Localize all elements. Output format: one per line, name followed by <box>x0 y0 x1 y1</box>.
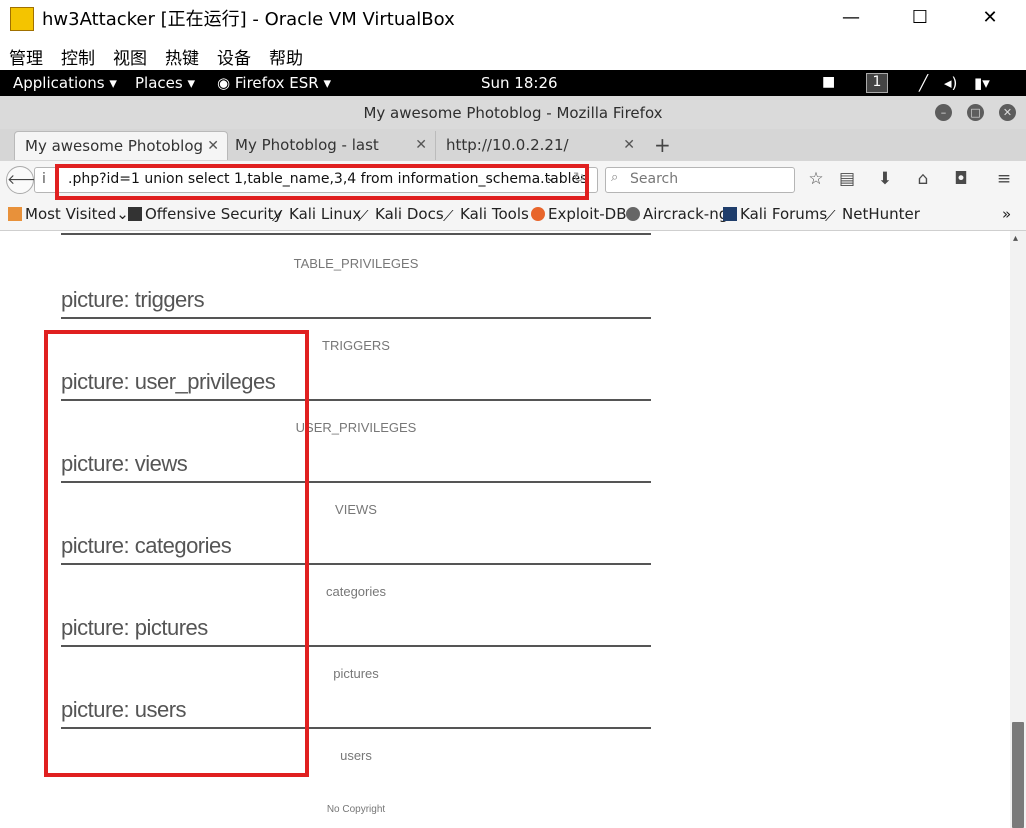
search-box[interactable]: ⌕ Search <box>605 167 795 193</box>
video-camera-icon[interactable]: ■ <box>822 74 835 90</box>
workspace-indicator[interactable]: 1 <box>866 73 888 93</box>
reading-list-icon[interactable]: ▤ <box>836 169 858 189</box>
picture-heading: picture: views <box>61 451 651 483</box>
downloads-icon[interactable]: ⬇ <box>874 169 896 189</box>
firefox-maximize-button[interactable]: □ <box>967 104 984 121</box>
bookmark-nethunter[interactable]: ⟋ NetHunter <box>825 205 920 225</box>
firefox-window-title: My awesome Photoblog - Mozilla Firefox <box>363 104 663 122</box>
reload-icon[interactable]: ↻ <box>573 170 585 186</box>
bookmark-most-visited[interactable]: Most Visited⌄ <box>8 205 129 223</box>
page-content: TABLE_PRIVILEGES picture: triggers TRIGG… <box>0 231 1026 828</box>
url-bar[interactable]: i .php?id=1 union select 1,table_name,3,… <box>34 167 598 193</box>
exploit-db-icon <box>531 207 545 221</box>
picture-caption: categories <box>326 584 386 599</box>
firefox-app-menu[interactable]: ◉ Firefox ESR ▾ <box>217 74 331 92</box>
maximize-button[interactable]: ☐ <box>897 4 943 32</box>
scroll-up-icon[interactable]: ▴ <box>1013 233 1018 244</box>
firefox-titlebar: My awesome Photoblog - Mozilla Firefox –… <box>0 96 1026 130</box>
volume-icon[interactable]: ◂) <box>944 74 957 92</box>
menu-manage[interactable]: 管理 <box>9 44 43 69</box>
search-icon: ⌕ <box>611 170 619 185</box>
bookmarks-toolbar: Most Visited⌄ Offensive Security ⟋ Kali L… <box>0 197 1026 231</box>
picture-heading: picture: triggers <box>61 287 651 319</box>
tab-ip[interactable]: http://10.0.2.21/✕ <box>435 131 643 160</box>
kali-dragon-icon: ⟋ <box>443 207 454 225</box>
tab-photoblog[interactable]: My awesome Photoblog ✕ <box>14 131 228 160</box>
close-tab-icon[interactable]: ✕ <box>415 131 427 160</box>
picture-caption: TABLE_PRIVILEGES <box>293 256 419 271</box>
tab-last-picture[interactable]: My Photoblog - last picture✕ <box>225 131 435 183</box>
picture-caption: users <box>340 748 372 763</box>
menu-help[interactable]: 帮助 <box>269 44 303 69</box>
bookmark-kali-forums[interactable]: Kali Forums <box>723 205 827 223</box>
hamburger-menu-icon[interactable]: ≡ <box>993 169 1015 189</box>
tab-strip: My awesome Photoblog ✕ My Photoblog - las… <box>0 129 1026 183</box>
firefox-icon: ◉ <box>217 74 231 92</box>
kali-dragon-icon: ⟋ <box>358 207 369 225</box>
menu-control[interactable]: 控制 <box>61 44 95 69</box>
picture-heading: picture: categories <box>61 533 651 565</box>
virtualbox-window-title: hw3Attacker [正在运行] - Oracle VM VirtualBo… <box>42 9 455 30</box>
menu-view[interactable]: 视图 <box>113 44 147 69</box>
menu-hotkeys[interactable]: 热键 <box>165 44 199 69</box>
bookmark-kali-docs[interactable]: ⟋ Kali Docs <box>358 205 444 225</box>
gnome-top-panel: Applications ▾ Places ▾ ◉ Firefox ESR ▾ … <box>0 70 1026 96</box>
scrollbar-thumb[interactable] <box>1012 722 1024 828</box>
bookmark-kali-tools[interactable]: ⟋ Kali Tools <box>443 205 529 225</box>
firefox-close-button[interactable]: ✕ <box>999 104 1016 121</box>
footer-copyright: No Copyright <box>326 804 386 815</box>
url-dropdown-icon[interactable]: ⌄ <box>545 170 556 185</box>
picture-caption: TRIGGERS <box>322 338 390 353</box>
picture-caption: pictures <box>333 666 379 681</box>
close-window-button[interactable]: ✕ <box>967 4 1013 32</box>
close-tab-icon[interactable]: ✕ <box>623 131 635 160</box>
pocket-icon[interactable]: ◘ <box>950 169 972 189</box>
back-button[interactable]: 🡐 <box>6 166 45 194</box>
picture-heading: picture: pictures <box>61 615 651 647</box>
minimize-button[interactable]: — <box>828 4 874 32</box>
firefox-minimize-button[interactable]: – <box>935 104 952 121</box>
search-placeholder: Search <box>630 171 679 187</box>
picture-caption: USER_PRIVILEGES <box>295 420 417 435</box>
new-tab-button[interactable]: + <box>654 133 671 157</box>
picture-caption: VIEWS <box>335 502 377 517</box>
virtualbox-app-icon <box>10 7 34 31</box>
home-icon[interactable]: ⌂ <box>912 169 934 189</box>
applications-menu[interactable]: Applications ▾ <box>13 74 117 92</box>
kali-forums-icon <box>723 207 737 221</box>
virtualbox-menubar: 管理 控制 视图 热键 设备 帮助 <box>0 36 1026 70</box>
bookmark-exploit-db[interactable]: Exploit-DB <box>531 205 627 223</box>
info-icon[interactable]: i <box>42 171 46 187</box>
close-tab-icon[interactable]: ✕ <box>207 132 219 161</box>
aircrack-icon <box>626 207 640 221</box>
power-icon[interactable]: ▮▾ <box>974 74 990 92</box>
folder-icon <box>8 207 22 221</box>
bookmark-star-icon[interactable]: ☆ <box>805 169 827 189</box>
places-menu[interactable]: Places ▾ <box>135 74 195 92</box>
partial-heading-divider <box>61 231 651 235</box>
virtualbox-titlebar: hw3Attacker [正在运行] - Oracle VM VirtualBo… <box>0 0 1026 36</box>
clock[interactable]: Sun 18:26 <box>481 74 558 92</box>
picture-heading: picture: users <box>61 697 651 729</box>
picture-heading: picture: user_privileges <box>61 369 651 401</box>
bookmark-aircrack-ng[interactable]: Aircrack-ng <box>626 205 728 223</box>
menu-devices[interactable]: 设备 <box>217 44 251 69</box>
kali-dragon-icon: ⟋ <box>272 207 283 225</box>
bookmarks-overflow-icon[interactable]: » <box>1002 205 1011 223</box>
bookmark-offensive-security[interactable]: Offensive Security <box>128 205 282 223</box>
network-icon[interactable]: ╱ <box>919 74 928 92</box>
bookmark-kali-linux[interactable]: ⟋ Kali Linux <box>272 205 361 225</box>
kali-dragon-icon: ⟋ <box>825 207 836 225</box>
navigation-bar: 🡐 i .php?id=1 union select 1,table_name,… <box>0 161 1026 197</box>
offsec-icon <box>128 207 142 221</box>
url-text[interactable]: .php?id=1 union select 1,table_name,3,4 … <box>68 171 587 187</box>
